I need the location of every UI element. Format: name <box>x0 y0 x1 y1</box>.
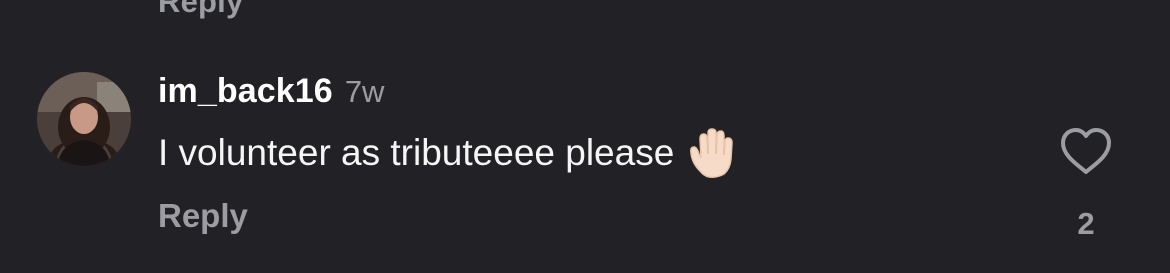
like-count: 2 <box>1077 206 1095 241</box>
raised-hand-emoji-icon <box>686 127 736 179</box>
reply-button[interactable]: Reply <box>158 197 248 235</box>
avatar[interactable] <box>37 72 131 166</box>
avatar-image <box>37 72 131 166</box>
heart-outline-icon[interactable] <box>1058 126 1114 178</box>
comment-body: I volunteer as tributeeee please <box>158 127 736 179</box>
username[interactable]: im_back16 <box>158 72 333 111</box>
comment-item: im_back16 7w I volunteer as tributeeee p… <box>0 0 1170 273</box>
comment-text: I volunteer as tributeeee please <box>158 132 675 173</box>
timestamp: 7w <box>344 74 385 109</box>
comment-header: im_back16 7w <box>158 72 384 112</box>
